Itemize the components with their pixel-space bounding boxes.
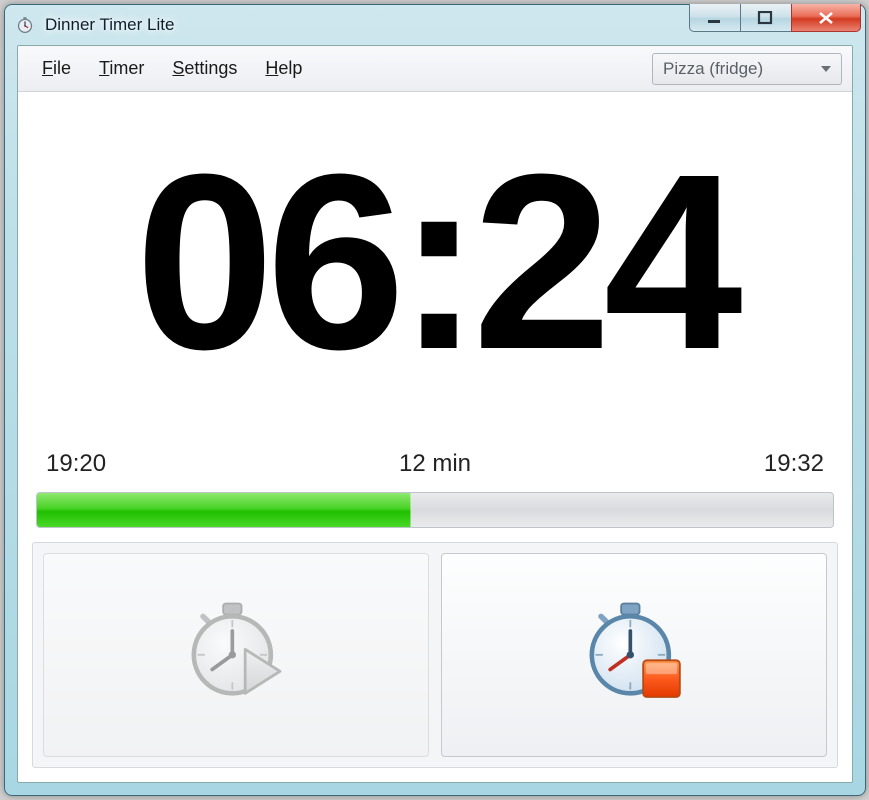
progress-fill <box>37 493 411 527</box>
menu-help[interactable]: Help <box>251 52 316 85</box>
stopwatch-stop-icon <box>579 598 689 713</box>
client-area: File Timer Settings Help Pizza (fridge) … <box>17 45 853 783</box>
start-time: 19:20 <box>46 450 106 478</box>
titlebar[interactable]: Dinner Timer Lite <box>5 5 865 45</box>
countdown-area: 06:24 <box>18 92 852 432</box>
preset-dropdown[interactable]: Pizza (fridge) <box>652 53 842 85</box>
menu-file[interactable]: File <box>28 52 85 85</box>
window-title: Dinner Timer Lite <box>45 15 174 35</box>
app-stopwatch-icon <box>15 15 35 35</box>
chevron-down-icon <box>821 66 831 72</box>
countdown-display: 06:24 <box>135 137 734 387</box>
menubar: File Timer Settings Help Pizza (fridge) <box>18 46 852 92</box>
window-controls <box>690 4 861 32</box>
app-window: Dinner Timer Lite File Timer Settings He… <box>4 4 866 796</box>
progress-bar <box>36 492 834 528</box>
preset-selected-label: Pizza (fridge) <box>663 59 763 79</box>
duration-label: 12 min <box>399 450 471 478</box>
time-row: 19:20 12 min 19:32 <box>18 432 852 488</box>
button-panel <box>32 542 838 768</box>
maximize-button[interactable] <box>740 4 792 32</box>
stop-timer-button[interactable] <box>441 553 827 757</box>
menu-timer[interactable]: Timer <box>85 52 158 85</box>
close-button[interactable] <box>791 4 861 32</box>
menu-settings[interactable]: Settings <box>158 52 251 85</box>
minimize-button[interactable] <box>689 4 741 32</box>
start-timer-button[interactable] <box>43 553 429 757</box>
end-time: 19:32 <box>764 450 824 478</box>
stopwatch-play-icon <box>181 598 291 713</box>
